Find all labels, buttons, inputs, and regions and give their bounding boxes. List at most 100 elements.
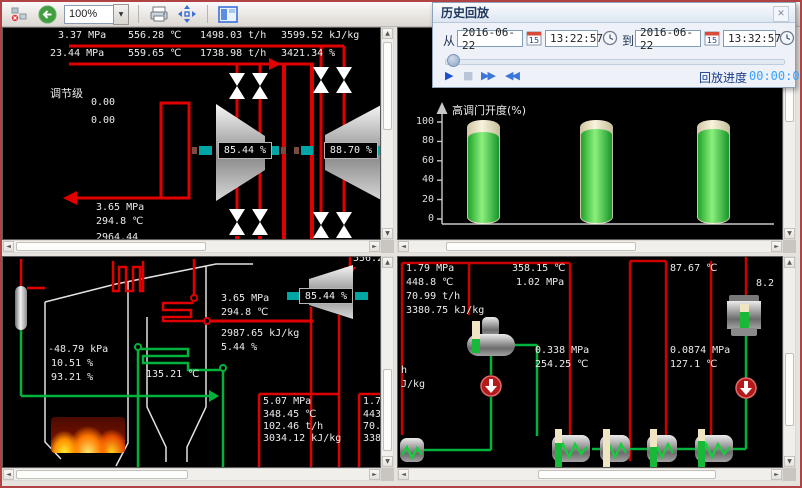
scroll-thumb[interactable] [16,242,206,251]
br-vscrollbar[interactable]: ▲ ▼ [783,256,796,468]
print-icon[interactable] [148,4,170,24]
calendar-icon[interactable]: 15 [704,30,720,46]
feed-temp: 559.65 ℃ [128,48,182,59]
extraction1-temp: 348.45 ℃ [263,409,317,420]
layout-panels-icon[interactable] [217,4,239,24]
scroll-up-icon[interactable]: ▲ [382,257,393,268]
to-date-field[interactable]: 2016-06-22 [635,26,701,52]
scroll-right-icon[interactable]: ► [369,241,380,252]
fw-enthalpy: 3380.75 kJ/kg [406,305,485,316]
fit-view-icon[interactable] [176,4,198,24]
extraction1-pressure: 5.07 MPa [263,396,312,407]
ytick-40: 40 [421,174,434,185]
y-axis-arrow [436,102,448,114]
extraction-temp: 358.15 ℃ [512,263,566,274]
scroll-up-icon[interactable]: ▲ [784,257,795,268]
rewind-button[interactable]: ◀◀ [505,69,520,82]
fw-pressure: 1.79 MPa [406,263,455,274]
feed-flow: 1738.98 t/h [200,48,267,59]
stage-value-1: 0.00 [91,97,116,108]
feed-percent: 3421.34 % [281,48,336,59]
zoom-dropdown-arrow[interactable]: ▼ [113,3,129,25]
to-time-field[interactable]: 13:32:57 [723,30,781,47]
ytick-60: 60 [421,155,434,166]
extraction1-enthalpy: 3034.12 kJ/kg [263,433,342,444]
chart-bar [580,120,613,224]
scada-window: 100% ▼ 3.37 MPa 556.28 ℃ 1498.03 t/h 359… [0,0,802,488]
feed-pressure: 23.44 MPa [50,48,105,59]
turbine-panel: 3.37 MPa 556.28 ℃ 1498.03 t/h 3599.52 kJ… [2,27,394,253]
playback-slider-handle[interactable] [447,54,460,67]
furnace-flame [51,417,125,453]
extraction1-flow: 102.46 t/h [263,421,324,432]
steam-temp: 294.8 ℃ [221,307,269,318]
extraction2-partial-2: 443. [363,409,381,420]
to-label: 到 [622,34,635,48]
stop-button[interactable]: ■ [463,69,473,82]
tl-vscrollbar[interactable]: ▲ ▼ [381,27,394,240]
fast-forward-button[interactable]: ▶▶ [481,69,496,82]
scroll-down-icon[interactable]: ▼ [382,456,393,467]
deaerator-tank [467,317,515,356]
scroll-down-icon[interactable]: ▼ [382,228,393,239]
fw-temp: 448.8 ℃ [406,277,454,288]
lp-pressure: 0.338 MPa [535,345,590,356]
from-time-field[interactable]: 13:22:57 [545,30,603,47]
tank-value-partial: 8.2 [756,278,775,289]
br-hscrollbar[interactable]: ◄ ► [397,468,783,481]
steam-percent: 5.44 % [221,342,258,353]
heater-inlet-temp: 87.67 ℃ [670,263,718,274]
history-playback-dialog: 历史回放 ✕ 从 2016-06-22 15 13:22:57 到 2016-0… [432,2,800,88]
progress-value: 00:00:00 [749,69,802,83]
furnace-value-2: 10.51 % [51,358,94,369]
back-icon[interactable] [36,4,58,24]
steam-drum [15,286,27,330]
close-icon[interactable]: ✕ [773,6,789,22]
scroll-right-icon[interactable]: ► [771,241,782,252]
scroll-thumb[interactable] [383,42,392,130]
zoom-value[interactable]: 100% [64,4,114,24]
scroll-left-icon[interactable]: ◄ [398,241,409,252]
scroll-down-icon[interactable]: ▼ [784,456,795,467]
playback-slider-track[interactable] [445,59,785,65]
clock-icon[interactable] [779,30,795,46]
bl-vscrollbar[interactable]: ▲ ▼ [381,256,394,468]
tr-hscrollbar[interactable]: ◄ ► [397,240,783,253]
scroll-up-icon[interactable]: ▲ [382,28,393,39]
zoom-control[interactable]: 100% ▼ [64,3,129,25]
main-steam-enthalpy: 3599.52 kJ/kg [281,30,360,41]
scroll-thumb[interactable] [538,470,716,479]
bl-hscrollbar[interactable]: ◄ ► [2,468,381,481]
play-button[interactable]: ▶ [445,69,454,82]
chart-bar-fill [468,132,499,223]
tl-hscrollbar[interactable]: ◄ ► [2,240,381,253]
feedwater-panel: 1.79 MPa 448.8 ℃ 70.99 t/h 3380.75 kJ/kg… [397,256,796,481]
calendar-icon[interactable]: 15 [526,30,542,46]
scroll-left-icon[interactable]: ◄ [398,469,409,480]
scroll-thumb[interactable] [16,470,188,479]
chart-bar [697,120,730,224]
scroll-thumb[interactable] [383,369,392,451]
scroll-thumb[interactable] [446,242,636,251]
toolbar-separator [207,5,208,23]
hp-valve-opening: 85.44 % [218,142,272,159]
scroll-down-icon[interactable]: ▼ [784,228,795,239]
progress-label: 回放进度 [699,71,748,85]
scroll-left-icon[interactable]: ◄ [3,469,14,480]
clock-icon[interactable] [602,30,618,46]
network-disconnect-icon[interactable] [8,4,30,24]
ytick-20: 20 [421,194,434,205]
steam-enthalpy: 2987.65 kJ/kg [221,328,300,339]
boiler-diagram: -48.79 kPa 10.51 % 93.21 % 135.21 ℃ 3.65… [2,256,381,468]
stage-label: 调节级 [50,87,83,100]
scroll-right-icon[interactable]: ► [771,469,782,480]
chart-bar-fill [698,129,729,223]
scroll-right-icon[interactable]: ► [369,469,380,480]
main-steam-flow: 1498.03 t/h [200,30,267,41]
partial-enthalpy-unit: J/kg [401,379,426,390]
from-date-field[interactable]: 2016-06-22 [457,26,523,52]
scroll-left-icon[interactable]: ◄ [3,241,14,252]
chart-title: 高调门开度(%) [452,104,527,117]
scroll-thumb[interactable] [785,353,794,426]
dialog-title: 历史回放 [433,3,795,23]
